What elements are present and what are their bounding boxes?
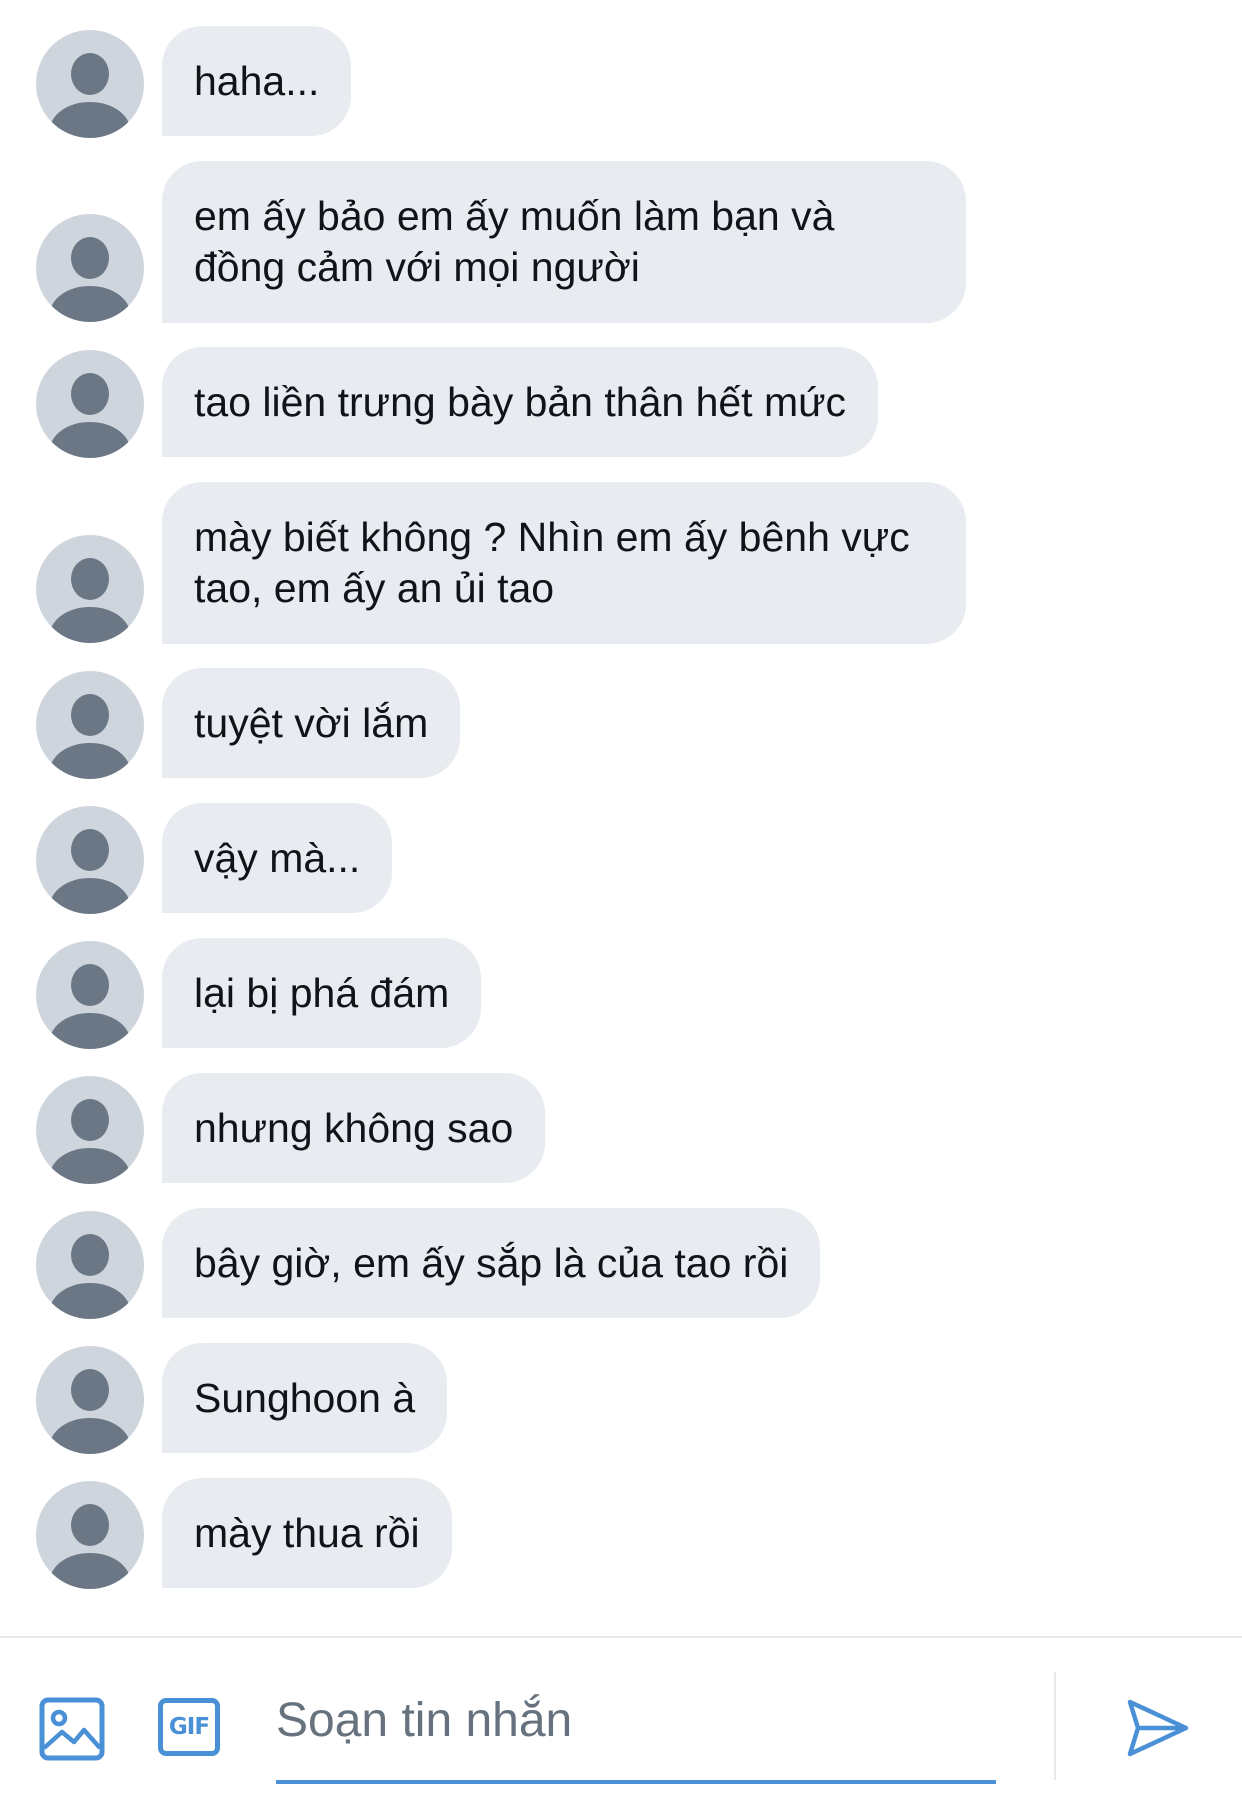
avatar[interactable] [36, 350, 144, 458]
gif-icon: GIF [158, 1698, 220, 1756]
message-text: tao liền trưng bày bản thân hết mức [194, 379, 847, 425]
avatar[interactable] [36, 1481, 144, 1589]
avatar[interactable] [36, 1076, 144, 1184]
default-profile-icon [50, 1099, 130, 1184]
message-bubble[interactable]: Sunghoon à [162, 1343, 448, 1453]
image-icon [39, 1697, 105, 1761]
add-gif-button[interactable]: GIF [156, 1694, 226, 1764]
message-text: mày biết không ? Nhìn em ấy bênh vực tao… [194, 514, 910, 611]
message-bubble[interactable]: mày biết không ? Nhìn em ấy bênh vực tao… [162, 482, 966, 644]
avatar[interactable] [36, 1211, 144, 1319]
avatar[interactable] [36, 30, 144, 138]
default-profile-icon [50, 1369, 130, 1454]
message-text: em ấy bảo em ấy muốn làm bạn và đồng cảm… [194, 193, 835, 290]
message-text: lại bị phá đám [194, 970, 450, 1016]
message-text: nhưng không sao [194, 1105, 514, 1151]
avatar[interactable] [36, 535, 144, 643]
composer-divider [1054, 1672, 1056, 1780]
avatar[interactable] [36, 214, 144, 322]
send-button[interactable] [1126, 1696, 1190, 1760]
default-profile-icon [50, 1504, 130, 1589]
default-profile-icon [50, 964, 130, 1049]
avatar[interactable] [36, 1346, 144, 1454]
default-profile-icon [50, 558, 130, 643]
default-profile-icon [50, 829, 130, 914]
send-icon [1127, 1699, 1189, 1757]
message-bubble[interactable]: mày thua rồi [162, 1478, 452, 1588]
message-bubble[interactable]: lại bị phá đám [162, 938, 482, 1048]
message-bubble[interactable]: nhưng không sao [162, 1073, 546, 1183]
add-media-button[interactable] [38, 1694, 108, 1764]
avatar[interactable] [36, 941, 144, 1049]
message-text: Sunghoon à [194, 1375, 416, 1421]
default-profile-icon [50, 1234, 130, 1319]
message-input[interactable] [276, 1676, 996, 1764]
default-profile-icon [50, 373, 130, 458]
message-text: tuyệt vời lắm [194, 700, 429, 746]
message-text: haha... [194, 58, 320, 104]
message-bubble[interactable]: bây giờ, em ấy sắp là của tao rồi [162, 1208, 821, 1318]
message-text: vậy mà... [194, 835, 361, 881]
default-profile-icon [50, 237, 130, 322]
message-text: bây giờ, em ấy sắp là của tao rồi [194, 1240, 789, 1286]
default-profile-icon [50, 694, 130, 779]
message-bubble[interactable]: tuyệt vời lắm [162, 668, 461, 778]
default-profile-icon [50, 53, 130, 138]
message-composer: GIF [0, 1636, 1242, 1804]
input-underline [276, 1780, 996, 1784]
message-bubble[interactable]: tao liền trưng bày bản thân hết mức [162, 347, 879, 457]
message-bubble[interactable]: vậy mà... [162, 803, 393, 913]
message-thread: haha... em ấy bảo em ấy muốn làm bạn và … [0, 0, 1242, 1636]
avatar[interactable] [36, 671, 144, 779]
avatar[interactable] [36, 806, 144, 914]
message-bubble[interactable]: haha... [162, 26, 352, 136]
message-text: mày thua rồi [194, 1510, 420, 1556]
message-bubble[interactable]: em ấy bảo em ấy muốn làm bạn và đồng cảm… [162, 161, 966, 323]
message-input-wrapper [276, 1656, 996, 1784]
